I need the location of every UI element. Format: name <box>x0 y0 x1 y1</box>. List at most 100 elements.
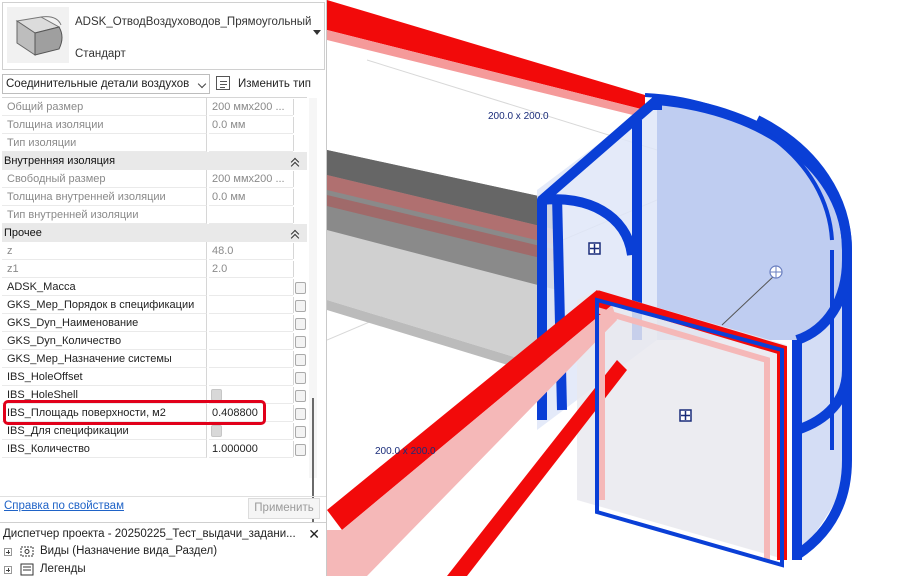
property-row[interactable]: ADSK_Масса <box>2 278 307 296</box>
property-row[interactable]: GKS_Dyn_Наименование <box>2 314 307 332</box>
checkbox[interactable] <box>295 426 306 438</box>
tree-item-label: Виды (Назначение вида_Раздел) <box>40 545 218 557</box>
checkbox[interactable] <box>295 390 306 402</box>
property-value[interactable] <box>209 278 293 296</box>
property-row[interactable]: z1 2.0 <box>2 260 307 278</box>
property-value[interactable]: 0.408800 <box>209 404 293 422</box>
parameter-toggle[interactable] <box>293 99 305 115</box>
help-link[interactable]: Справка по свойствам <box>4 500 124 512</box>
duct-front-red <box>327 290 787 576</box>
parameter-toggle[interactable] <box>293 351 306 367</box>
checkbox[interactable] <box>295 318 306 330</box>
edit-type-label: Изменить тип <box>238 78 311 90</box>
property-value <box>209 206 293 224</box>
checkbox[interactable] <box>295 282 306 294</box>
property-row[interactable]: Свободный размер 200 ммх200 ... <box>2 170 307 188</box>
close-icon[interactable]: ✕ <box>308 526 320 543</box>
property-row[interactable]: Тип изоляции <box>2 134 307 152</box>
parameter-toggle[interactable] <box>293 423 306 439</box>
property-name: Тип внутренней изоляции <box>2 206 207 224</box>
property-name: IBS_Для спецификации <box>2 422 207 440</box>
property-name: z1 <box>2 260 207 278</box>
property-row[interactable]: z 48.0 <box>2 242 307 260</box>
property-value: 200 ммх200 ... <box>209 170 293 188</box>
property-name: GKS_Dyn_Наименование <box>2 314 207 332</box>
property-row[interactable]: IBS_HoleShell <box>2 386 307 404</box>
property-name: GKS_Мер_Порядок в спецификации <box>2 296 207 314</box>
property-value[interactable] <box>209 296 293 314</box>
property-row[interactable]: IBS_Площадь поверхности, м2 0.408800 <box>2 404 307 422</box>
collapse-icon[interactable] <box>291 157 299 165</box>
parameter-toggle[interactable] <box>293 369 306 385</box>
checkbox[interactable] <box>295 372 306 384</box>
parameter-toggle[interactable] <box>293 405 306 421</box>
checkbox <box>211 425 222 437</box>
tree-item-label: Легенды <box>40 563 86 575</box>
property-row[interactable]: Общий размер 200 ммх200 ... <box>2 98 307 116</box>
property-value[interactable] <box>209 368 293 386</box>
property-row[interactable]: Толщина внутренней изоляции 0.0 мм <box>2 188 307 206</box>
property-row[interactable]: IBS_HoleOffset <box>2 368 307 386</box>
property-row[interactable]: IBS_Количество 1.000000 <box>2 440 307 458</box>
property-value <box>209 134 293 152</box>
parameter-toggle[interactable] <box>293 261 305 277</box>
property-value[interactable]: 1.000000 <box>209 440 293 458</box>
parameter-toggle[interactable] <box>293 297 306 313</box>
legends-icon <box>20 563 34 576</box>
parameter-toggle[interactable] <box>293 135 305 151</box>
checkbox[interactable] <box>295 354 306 366</box>
collapse-icon[interactable] <box>291 229 299 237</box>
parameter-toggle[interactable] <box>293 189 305 205</box>
parameter-toggle[interactable] <box>293 171 305 187</box>
property-row[interactable]: GKS_Мер_Порядок в спецификации <box>2 296 307 314</box>
type-name: Стандарт <box>75 48 126 60</box>
property-name: IBS_Площадь поверхности, м2 <box>2 404 207 422</box>
views-icon <box>20 545 34 558</box>
property-row[interactable]: IBS_Для спецификации <box>2 422 307 440</box>
apply-button[interactable]: Применить <box>248 498 320 519</box>
duct-gray-interior <box>327 150 557 380</box>
properties-footer: Справка по свойствам Применить <box>0 496 326 519</box>
property-group-header[interactable]: Внутренняя изоляция <box>2 152 307 170</box>
edit-type-button[interactable]: Изменить тип <box>216 74 322 94</box>
expand-icon[interactable] <box>4 548 12 556</box>
property-value[interactable] <box>209 314 293 332</box>
category-filter-select[interactable]: Соединительные детали воздухов <box>2 74 210 94</box>
parameter-toggle[interactable] <box>293 387 306 403</box>
property-row[interactable]: Тип внутренней изоляции <box>2 206 307 224</box>
parameter-toggle[interactable] <box>293 279 306 295</box>
checkbox[interactable] <box>295 336 306 348</box>
3d-viewport[interactable]: 200.0 x 200.0 200.0 x 200.0 <box>327 0 913 576</box>
type-dropdown-arrow-icon[interactable] <box>313 30 321 35</box>
category-filter-row: Соединительные детали воздухов Изменить … <box>0 73 326 96</box>
expand-icon[interactable] <box>4 566 12 574</box>
group-title: Внутренняя изоляция <box>4 155 116 167</box>
3d-model-canvas[interactable] <box>327 0 913 576</box>
parameter-toggle[interactable] <box>293 243 305 259</box>
property-value[interactable] <box>209 422 293 440</box>
parameter-toggle[interactable] <box>293 207 305 223</box>
properties-scrollbar[interactable] <box>309 98 317 568</box>
property-name: Толщина внутренней изоляции <box>2 188 207 206</box>
checkbox[interactable] <box>295 444 306 456</box>
dimension-label: 200.0 x 200.0 <box>488 111 549 122</box>
property-value[interactable] <box>209 332 293 350</box>
property-name: IBS_HoleShell <box>2 386 207 404</box>
parameter-toggle[interactable] <box>293 333 306 349</box>
property-value[interactable] <box>209 350 293 368</box>
property-name: Общий размер <box>2 98 207 116</box>
property-row[interactable]: Толщина изоляции 0.0 мм <box>2 116 307 134</box>
property-row[interactable]: GKS_Dyn_Количество <box>2 332 307 350</box>
property-name: IBS_Количество <box>2 440 207 458</box>
parameter-toggle[interactable] <box>293 117 305 133</box>
property-row[interactable]: GKS_Мер_Назначение системы <box>2 350 307 368</box>
checkbox[interactable] <box>295 408 306 420</box>
type-selector[interactable]: ADSK_ОтводВоздуховодов_Прямоугольный Ста… <box>2 2 325 70</box>
checkbox <box>211 389 222 401</box>
parameter-toggle[interactable] <box>293 441 306 457</box>
property-group-header[interactable]: Прочее <box>2 224 307 242</box>
property-name: Свободный размер <box>2 170 207 188</box>
property-value[interactable] <box>209 386 293 404</box>
checkbox[interactable] <box>295 300 306 312</box>
parameter-toggle[interactable] <box>293 315 306 331</box>
